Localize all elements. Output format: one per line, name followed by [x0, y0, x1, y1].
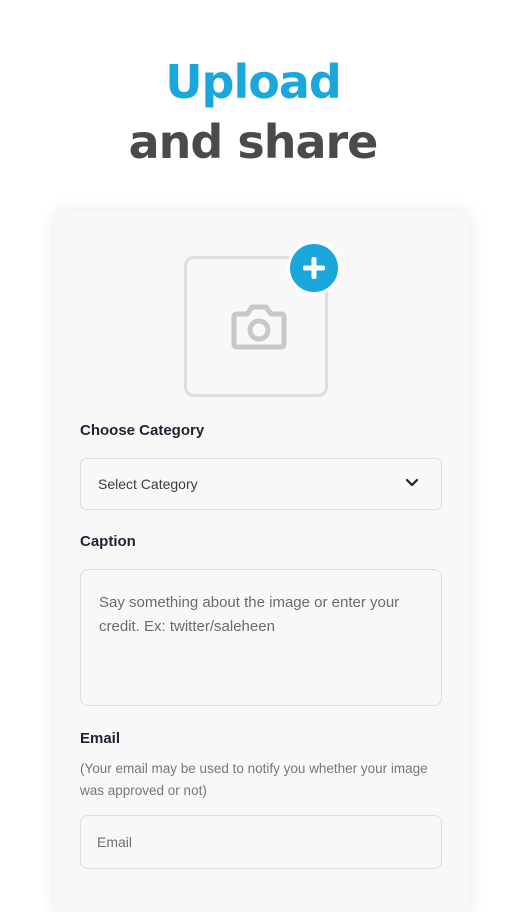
chevron-down-icon: [405, 478, 419, 487]
category-label: Choose Category: [80, 422, 205, 439]
caption-label: Caption: [80, 533, 136, 550]
caption-input[interactable]: Say something about the image or enter y…: [80, 569, 442, 706]
hero-title: Upload and share: [0, 52, 506, 172]
email-note: (Your email may be used to notify you wh…: [80, 761, 428, 798]
hero-title-line1: Upload: [165, 55, 342, 109]
email-placeholder: Email: [97, 834, 133, 850]
add-image-button[interactable]: [287, 241, 341, 295]
email-field[interactable]: Email: [80, 815, 442, 869]
email-label: Email: [80, 730, 121, 747]
camera-icon: [231, 304, 287, 350]
category-select[interactable]: Select Category: [80, 458, 442, 510]
category-select-value: Select Category: [98, 476, 198, 492]
upload-form-card: Choose Category Select Category Caption …: [55, 212, 469, 912]
hero-title-line2: and share: [128, 115, 379, 169]
caption-placeholder: Say something about the image or enter y…: [99, 594, 400, 635]
plus-icon: [303, 257, 325, 279]
